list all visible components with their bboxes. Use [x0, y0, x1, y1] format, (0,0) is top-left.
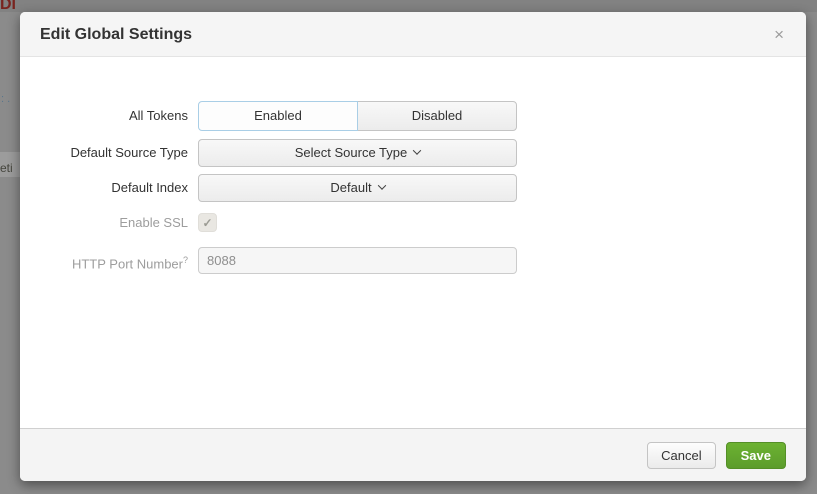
default-index-dropdown[interactable]: Default [198, 174, 517, 202]
enable-ssl-checkbox: ✓ [198, 213, 217, 232]
all-tokens-row: All Tokens Enabled Disabled [20, 101, 806, 131]
close-icon[interactable]: × [772, 12, 786, 57]
disabled-toggle-button[interactable]: Disabled [357, 101, 517, 131]
background-text-fragment-row: eti [0, 161, 20, 175]
enable-ssl-row: Enable SSL ✓ [20, 213, 806, 232]
http-port-label: HTTP Port Number? [20, 247, 198, 277]
dialog-title: Edit Global Settings [40, 12, 192, 57]
default-index-label: Default Index [20, 174, 198, 202]
http-port-input [198, 247, 517, 274]
dialog-footer: Cancel Save [20, 428, 806, 481]
enable-ssl-label: Enable SSL [20, 213, 198, 232]
background-text-fragment-top: DI [0, 0, 19, 14]
default-source-type-label: Default Source Type [20, 139, 198, 167]
cancel-button[interactable]: Cancel [647, 442, 715, 469]
dialog-body: All Tokens Enabled Disabled Default Sour… [20, 57, 806, 428]
save-button[interactable]: Save [726, 442, 786, 469]
edit-global-settings-dialog: Edit Global Settings × All Tokens Enable… [20, 12, 806, 481]
enabled-toggle-button[interactable]: Enabled [198, 101, 358, 131]
chevron-down-icon [413, 146, 421, 154]
check-icon: ✓ [202, 216, 212, 230]
chevron-down-icon [377, 181, 385, 189]
background-page-strip [0, 0, 817, 12]
default-source-type-dropdown[interactable]: Select Source Type [198, 139, 517, 167]
default-index-value: Default [330, 175, 371, 201]
all-tokens-toggle-group: Enabled Disabled [198, 101, 517, 131]
all-tokens-label: All Tokens [20, 101, 198, 131]
default-source-type-row: Default Source Type Select Source Type [20, 139, 806, 167]
http-port-row: HTTP Port Number? [20, 247, 806, 277]
background-text-fragment-mid: : . [1, 93, 20, 105]
default-source-type-value: Select Source Type [295, 140, 408, 166]
dialog-header: Edit Global Settings × [20, 12, 806, 57]
help-marker: ? [183, 255, 188, 265]
default-index-row: Default Index Default [20, 174, 806, 202]
